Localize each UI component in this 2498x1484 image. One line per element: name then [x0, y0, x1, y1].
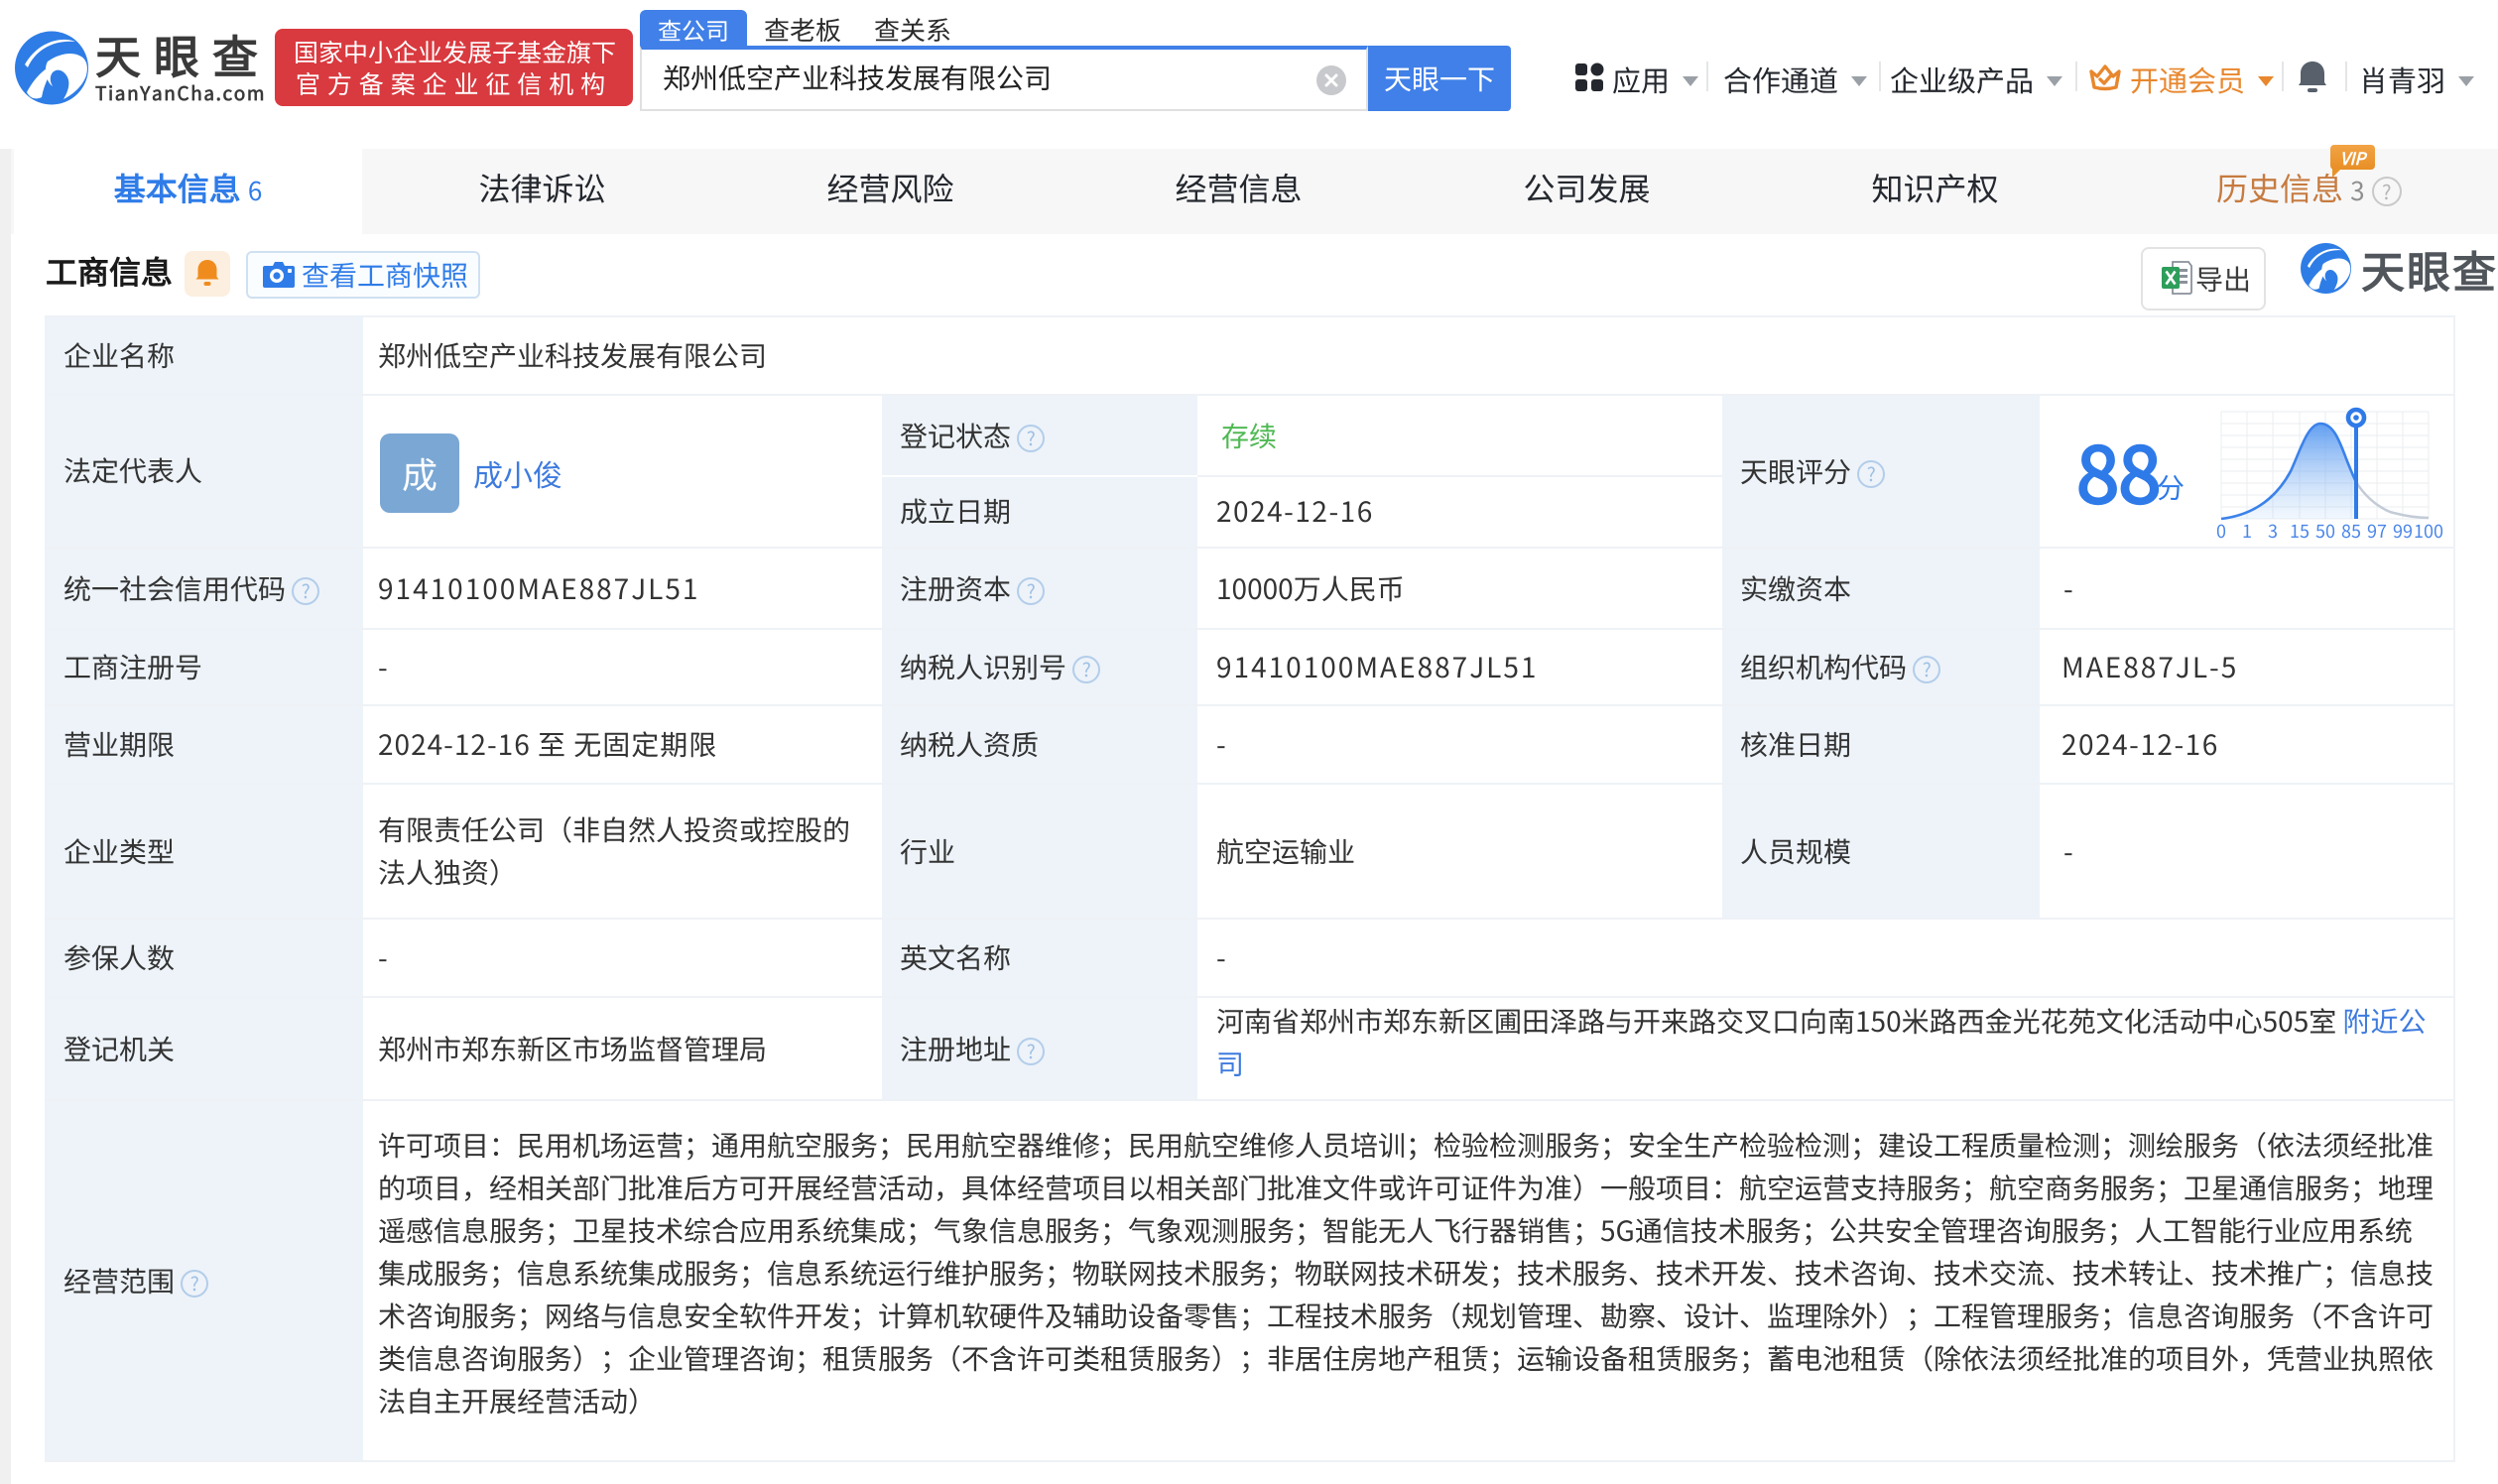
svg-text:3: 3: [2268, 518, 2278, 541]
svg-text:97: 97: [2367, 518, 2387, 541]
svg-text:50: 50: [2315, 518, 2335, 541]
svg-text:1: 1: [2242, 518, 2252, 541]
svg-text:99: 99: [2393, 518, 2413, 541]
svg-text:100: 100: [2414, 518, 2443, 541]
svg-text:15: 15: [2290, 518, 2310, 541]
svg-text:0: 0: [2216, 518, 2226, 541]
svg-text:85: 85: [2341, 518, 2361, 541]
